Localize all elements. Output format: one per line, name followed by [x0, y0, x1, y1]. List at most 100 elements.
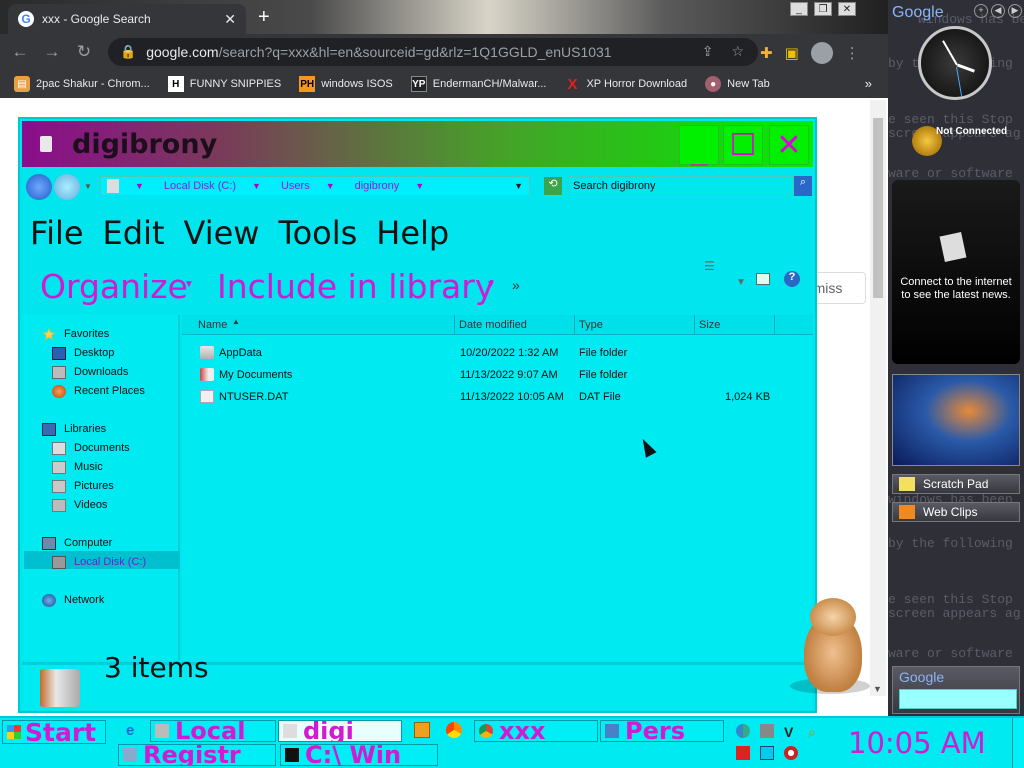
refresh-icon[interactable]: ⟲	[544, 177, 562, 195]
clock-gadget[interactable]	[918, 26, 992, 100]
file-row[interactable]: My Documents 11/13/2022 9:07 AM File fol…	[182, 365, 813, 385]
scratch-pad-gadget[interactable]: Scratch Pad	[892, 474, 1020, 494]
tray-search-icon[interactable]: ⌕	[808, 724, 822, 740]
web-clips-gadget[interactable]: Web Clips	[892, 502, 1020, 522]
bookmark-item[interactable]: H FUNNY SNIPPIES	[167, 76, 281, 92]
breadcrumb-item[interactable]: Local Disk (C:)	[164, 180, 236, 192]
include-dropdown-icon[interactable]: ▼	[486, 279, 496, 290]
new-tab-button[interactable]: +	[258, 6, 270, 29]
scroll-down-icon[interactable]: ▼	[873, 684, 882, 694]
recent-pages-dropdown-icon[interactable]: ▼	[84, 182, 92, 191]
close-icon[interactable]: ✕	[838, 2, 856, 16]
side-panel-icon[interactable]: ▣	[785, 44, 799, 62]
breadcrumb-separator-icon[interactable]: ▼	[415, 181, 424, 191]
share-icon[interactable]: ⇪	[702, 43, 714, 60]
taskbar-item-cmd[interactable]: C:\ Win	[280, 744, 438, 766]
taskbar-item-registry[interactable]: Registr	[118, 744, 276, 766]
taskbar-item-pers[interactable]: Pers	[600, 720, 724, 742]
bookmark-item[interactable]: YP EndermanCH/Malwar...	[410, 76, 546, 92]
tab-close-icon[interactable]: ✕	[224, 11, 236, 28]
menu-view[interactable]: View	[184, 214, 260, 252]
breadcrumb-item[interactable]: digibrony	[355, 180, 400, 192]
tray-volume-icon[interactable]	[784, 746, 798, 760]
include-in-library-button[interactable]: Include in library	[217, 267, 494, 306]
column-divider[interactable]	[774, 315, 775, 335]
nav-recent-places[interactable]: Recent Places	[52, 382, 145, 400]
slideshow-gadget[interactable]	[892, 374, 1020, 466]
minimize-icon[interactable]: _	[790, 2, 808, 16]
bookmark-star-icon[interactable]: ☆	[731, 43, 744, 60]
sidebar-more-icon[interactable]: ▶	[1008, 4, 1022, 18]
sidebar-nav-icon[interactable]: ◀	[991, 4, 1005, 18]
tray-network-icon[interactable]	[760, 746, 774, 760]
search-icon[interactable]: ⌕	[794, 176, 812, 196]
help-icon[interactable]: ?	[784, 271, 800, 287]
organize-button[interactable]: Organize	[40, 267, 188, 306]
bookmark-item[interactable]: X XP Horror Download	[564, 76, 687, 93]
column-divider[interactable]	[574, 315, 575, 335]
organize-dropdown-icon[interactable]: ▼	[184, 279, 194, 290]
column-divider[interactable]	[454, 315, 455, 335]
taskbar-item-xxx[interactable]: xxx	[474, 720, 598, 742]
nav-music[interactable]: Music	[52, 458, 103, 476]
file-row[interactable]: NTUSER.DAT 11/13/2022 10:05 AM DAT File …	[182, 387, 813, 407]
nav-documents[interactable]: Documents	[52, 439, 130, 457]
more-commands-button[interactable]: »	[512, 277, 520, 293]
add-gadget-icon[interactable]: +	[974, 4, 988, 18]
show-desktop-button[interactable]	[1012, 718, 1024, 768]
nav-videos[interactable]: Videos	[52, 496, 107, 514]
menu-edit[interactable]: Edit	[103, 214, 165, 252]
nav-pictures[interactable]: Pictures	[52, 477, 114, 495]
news-gadget[interactable]: Connect to the internet to see the lates…	[892, 180, 1020, 364]
paint-icon[interactable]	[446, 722, 462, 738]
search-input[interactable]: Search digibrony	[568, 176, 794, 196]
tray-app-icon[interactable]	[760, 724, 774, 738]
nav-computer[interactable]: Computer	[42, 534, 112, 552]
nav-network[interactable]: Network	[42, 591, 104, 609]
media-player-icon[interactable]	[414, 722, 430, 738]
bookmark-item[interactable]: PH windows ISOS	[299, 76, 393, 92]
scrollbar-thumb[interactable]	[873, 118, 883, 298]
address-dropdown-icon[interactable]: ▼	[514, 181, 523, 191]
breadcrumb-separator-icon[interactable]: ▼	[252, 181, 261, 191]
page-scrollbar[interactable]: ▼	[870, 100, 886, 696]
back-button-icon[interactable]	[26, 174, 52, 200]
minimize-button[interactable]: _	[679, 125, 719, 169]
bookmark-item[interactable]: ▤ 2pac Shakur - Chrom...	[14, 76, 150, 92]
start-button[interactable]: Start	[2, 720, 106, 744]
restore-icon[interactable]: ❐	[814, 2, 832, 16]
nav-local-disk[interactable]: Local Disk (C:)	[52, 553, 146, 571]
reload-icon[interactable]: ↻	[68, 42, 100, 62]
nav-desktop[interactable]: Desktop	[52, 344, 114, 362]
column-size[interactable]: Size	[699, 319, 720, 331]
title-bar[interactable]: digibrony _ ☐ ✕	[22, 121, 813, 169]
column-date-modified[interactable]: Date modified	[459, 319, 527, 331]
maximize-button[interactable]: ☐	[723, 125, 763, 165]
forward-arrow-icon[interactable]: →	[36, 42, 68, 62]
sidebar-search-input[interactable]	[899, 689, 1017, 709]
column-type[interactable]: Type	[579, 319, 603, 331]
menu-file[interactable]: File	[30, 214, 84, 252]
address-bar[interactable]: 🔒 google.com /search?q=xxx&hl=en&sourcei…	[108, 38, 758, 66]
menu-help[interactable]: Help	[376, 214, 449, 252]
menu-tools[interactable]: Tools	[278, 214, 357, 252]
breadcrumb-separator-icon[interactable]: ▼	[135, 181, 144, 191]
tray-checkmark-icon[interactable]: V	[784, 724, 798, 740]
change-view-icon[interactable]: ☰	[704, 259, 715, 273]
internet-explorer-icon[interactable]: e	[126, 722, 142, 739]
browser-tab[interactable]: G xxx - Google Search ✕	[8, 4, 246, 34]
tray-flag-icon[interactable]	[736, 746, 750, 760]
extensions-puzzle-icon[interactable]: ✚	[760, 44, 773, 62]
breadcrumb[interactable]: ▼ Local Disk (C:) ▼ Users ▼ digibrony ▼ …	[100, 176, 530, 196]
bookmarks-overflow-button[interactable]: »	[865, 76, 872, 91]
file-row[interactable]: AppData 10/20/2022 1:32 AM File folder	[182, 343, 813, 363]
nav-downloads[interactable]: Downloads	[52, 363, 128, 381]
nav-favorites[interactable]: Favorites	[42, 325, 109, 343]
bookmark-item[interactable]: ● New Tab	[705, 76, 770, 92]
breadcrumb-item[interactable]: Users	[281, 180, 310, 192]
breadcrumb-separator-icon[interactable]: ▼	[326, 181, 335, 191]
hamster-desktop-pet[interactable]	[790, 596, 870, 696]
back-arrow-icon[interactable]: ←	[4, 42, 36, 62]
view-dropdown-icon[interactable]: ▼	[736, 277, 746, 288]
close-button[interactable]: ✕	[769, 125, 809, 165]
